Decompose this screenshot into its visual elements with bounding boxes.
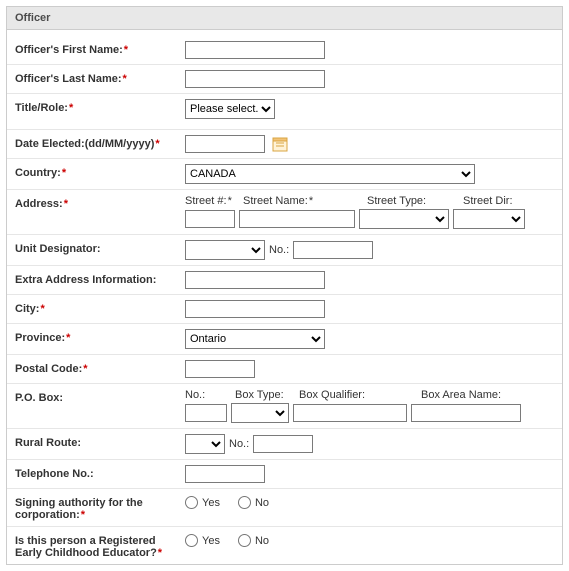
sublabel-unit-no: No.: (269, 244, 289, 256)
sublabel-po-no: No.: (185, 389, 231, 401)
req-marker: * (64, 198, 68, 210)
label-country: Country:* (15, 164, 185, 179)
label-title-role: Title/Role:* (15, 99, 185, 114)
signing-yes-radio[interactable] (185, 496, 198, 509)
label-telephone: Telephone No.: (15, 465, 185, 480)
label-extra-address: Extra Address Information: (15, 271, 185, 286)
row-province: Province:* Ontario (7, 324, 562, 355)
label-title-role-text: Title/Role: (15, 102, 68, 114)
unit-no-input[interactable] (293, 241, 373, 259)
label-country-text: Country: (15, 167, 61, 179)
label-first-name-text: Officer's First Name: (15, 44, 123, 56)
req-marker: * (158, 547, 162, 559)
label-address-text: Address: (15, 198, 63, 210)
row-postal-code: Postal Code:* (7, 355, 562, 384)
label-province: Province:* (15, 329, 185, 344)
sublabel-box-area-name: Box Area Name: (421, 389, 521, 401)
street-no-input[interactable] (185, 210, 235, 228)
po-box-qualifier-input[interactable] (293, 404, 407, 422)
country-select[interactable]: CANADA (185, 164, 475, 184)
sublabel-street-no: Street #:* (185, 195, 239, 207)
street-type-select[interactable] (359, 209, 449, 229)
rural-route-select[interactable] (185, 434, 225, 454)
officer-panel: Officer Officer's First Name:* Officer's… (6, 6, 563, 565)
signing-no-radio[interactable] (238, 496, 251, 509)
rece-yes-radio[interactable] (185, 534, 198, 547)
row-telephone: Telephone No.: (7, 460, 562, 489)
sublabel-rural-no: No.: (229, 438, 249, 450)
row-first-name: Officer's First Name:* (7, 36, 562, 65)
date-elected-input[interactable] (185, 135, 265, 153)
po-no-input[interactable] (185, 404, 227, 422)
req-marker: * (62, 167, 66, 179)
label-date-elected: Date Elected:(dd/MM/yyyy)* (15, 135, 185, 150)
row-is-rece: Is this person a Registered Early Childh… (7, 527, 562, 564)
sublabel-box-type: Box Type: (235, 389, 295, 401)
rece-no-radio[interactable] (238, 534, 251, 547)
label-city: City:* (15, 300, 185, 315)
po-box-area-name-input[interactable] (411, 404, 521, 422)
row-signing-authority: Signing authority for the corporation:* … (7, 489, 562, 527)
label-is-rece: Is this person a Registered Early Childh… (15, 532, 185, 559)
label-signing-authority: Signing authority for the corporation:* (15, 494, 185, 521)
req-marker: * (124, 44, 128, 56)
label-date-elected-text: Date Elected:(dd/MM/yyyy) (15, 138, 154, 150)
label-is-rece-text: Is this person a Registered Early Childh… (15, 535, 157, 559)
rece-no-label[interactable]: No (238, 534, 269, 547)
label-rural-route: Rural Route: (15, 434, 185, 449)
label-unit-designator: Unit Designator: (15, 240, 185, 255)
label-postal-code: Postal Code:* (15, 360, 185, 375)
req-marker: * (83, 363, 87, 375)
title-role-select[interactable]: Please select... (185, 99, 275, 119)
extra-address-input[interactable] (185, 271, 325, 289)
postal-code-input[interactable] (185, 360, 255, 378)
req-marker: * (81, 509, 85, 521)
street-name-input[interactable] (239, 210, 355, 228)
form-body: Officer's First Name:* Officer's Last Na… (7, 30, 562, 564)
row-address: Address:* Street #:* Street Name:* Stree… (7, 190, 562, 235)
label-signing-authority-text: Signing authority for the corporation: (15, 497, 143, 521)
row-date-elected: Date Elected:(dd/MM/yyyy)* (7, 130, 562, 159)
panel-title: Officer (7, 7, 562, 30)
telephone-input[interactable] (185, 465, 265, 483)
row-country: Country:* CANADA (7, 159, 562, 190)
req-marker: * (123, 73, 127, 85)
sublabel-street-name: Street Name:* (243, 195, 363, 207)
row-city: City:* (7, 295, 562, 324)
city-input[interactable] (185, 300, 325, 318)
last-name-input[interactable] (185, 70, 325, 88)
row-title-role: Title/Role:* Please select... (7, 94, 562, 130)
label-address: Address:* (15, 195, 185, 210)
label-province-text: Province: (15, 332, 65, 344)
req-marker: * (69, 102, 73, 114)
req-marker: * (66, 332, 70, 344)
calendar-icon[interactable] (272, 136, 288, 152)
label-city-text: City: (15, 303, 39, 315)
rural-no-input[interactable] (253, 435, 313, 453)
signing-no-label[interactable]: No (238, 496, 269, 509)
first-name-input[interactable] (185, 41, 325, 59)
req-marker: * (155, 138, 159, 150)
sublabel-street-dir: Street Dir: (463, 195, 533, 207)
label-po-box: P.O. Box: (15, 389, 185, 404)
label-last-name: Officer's Last Name:* (15, 70, 185, 85)
province-select[interactable]: Ontario (185, 329, 325, 349)
row-last-name: Officer's Last Name:* (7, 65, 562, 94)
sublabel-street-type: Street Type: (367, 195, 459, 207)
req-marker: * (40, 303, 44, 315)
row-rural-route: Rural Route: No.: (7, 429, 562, 460)
label-postal-code-text: Postal Code: (15, 363, 82, 375)
po-box-type-select[interactable] (231, 403, 289, 423)
row-extra-address: Extra Address Information: (7, 266, 562, 295)
unit-designator-select[interactable] (185, 240, 265, 260)
row-unit-designator: Unit Designator: No.: (7, 235, 562, 266)
street-dir-select[interactable] (453, 209, 525, 229)
rece-yes-label[interactable]: Yes (185, 534, 220, 547)
label-first-name: Officer's First Name:* (15, 41, 185, 56)
label-last-name-text: Officer's Last Name: (15, 73, 122, 85)
row-po-box: P.O. Box: No.: Box Type: Box Qualifier: … (7, 384, 562, 429)
sublabel-box-qualifier: Box Qualifier: (299, 389, 417, 401)
signing-yes-label[interactable]: Yes (185, 496, 220, 509)
